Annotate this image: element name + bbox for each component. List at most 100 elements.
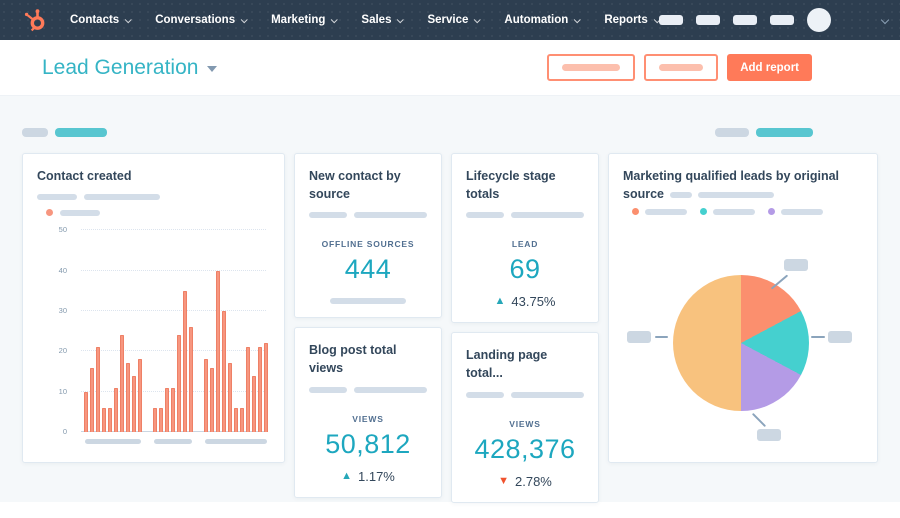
bar[interactable] — [183, 290, 187, 433]
bar[interactable] — [246, 347, 250, 433]
add-report-button[interactable]: Add report — [727, 54, 812, 81]
metric-value: 69 — [509, 254, 541, 285]
chevron-down-icon — [397, 15, 405, 23]
card-title: Lifecycle stage totals — [466, 169, 556, 202]
nav-item-service[interactable]: Service — [427, 14, 482, 26]
report-card-contact-created[interactable]: Contact created 0 10 20 30 40 50 — [22, 153, 285, 463]
legend-dot-icon — [46, 209, 53, 217]
nav-item-contacts[interactable]: Contacts — [70, 14, 132, 26]
report-card-new-contact-by-source[interactable]: New contact by source OFFLINE SOURCES 44… — [294, 153, 442, 319]
bar[interactable] — [126, 363, 130, 433]
bar-group — [84, 230, 142, 445]
navbar-tool-placeholder[interactable] — [695, 15, 720, 25]
card-subtitle-skeleton — [466, 212, 584, 219]
pie-chart-legend — [632, 208, 863, 216]
nav-item-automation[interactable]: Automation — [504, 14, 582, 26]
metric-value: 444 — [344, 254, 392, 285]
delta-value: 43.75% — [511, 294, 556, 310]
navbar-tool-placeholder[interactable] — [769, 15, 794, 25]
pie-label-skeleton — [627, 331, 651, 344]
hubspot-logo-icon[interactable] — [22, 7, 48, 33]
card-subtitle-skeleton — [309, 386, 427, 393]
bar[interactable] — [165, 387, 169, 433]
nav-item-label: Automation — [504, 14, 569, 26]
bar[interactable] — [252, 375, 256, 433]
delta-value: 2.78% — [515, 473, 552, 489]
legend-item — [700, 208, 755, 216]
dashboard-title-dropdown[interactable]: Lead Generation — [42, 56, 218, 80]
skeleton-pill — [756, 128, 813, 137]
metric-label: LEAD — [511, 239, 539, 250]
nav-item-reports[interactable]: Reports — [604, 14, 661, 26]
card-subtitle-skeleton — [466, 391, 584, 398]
y-tick-label: 20 — [58, 346, 67, 356]
caret-down-icon — [207, 66, 218, 72]
bar[interactable] — [189, 327, 193, 433]
bar[interactable] — [132, 375, 136, 433]
filter-skeleton-row — [22, 128, 878, 137]
report-card-mql-by-original-source[interactable]: Marketing qualified leads by original so… — [608, 153, 878, 463]
legend-dot-icon — [768, 208, 775, 216]
skeleton-pill — [309, 212, 348, 219]
bar[interactable] — [159, 407, 163, 433]
skeleton-pill — [466, 212, 505, 219]
nav-item-label: Contacts — [70, 14, 120, 26]
bar-chart: 0 10 20 30 40 50 — [37, 218, 270, 450]
bar[interactable] — [171, 387, 175, 433]
bar[interactable] — [84, 391, 88, 433]
chevron-down-icon[interactable] — [880, 15, 890, 25]
bar[interactable] — [120, 335, 124, 433]
bar[interactable] — [114, 387, 118, 433]
card-subtitle-skeleton — [37, 194, 270, 201]
nav-item-label: Conversations — [155, 14, 236, 26]
outline-placeholder-button-2[interactable] — [644, 54, 719, 81]
bar[interactable] — [153, 407, 157, 433]
bar[interactable] — [102, 407, 106, 433]
navbar-tool-placeholder[interactable] — [658, 15, 683, 25]
bar[interactable] — [210, 367, 214, 433]
legend-item — [632, 208, 687, 216]
nav-item-label: Service — [427, 14, 469, 26]
user-avatar[interactable] — [806, 8, 831, 32]
navbar-tool-placeholder[interactable] — [732, 15, 757, 25]
bar[interactable] — [258, 347, 262, 433]
bar[interactable] — [138, 359, 142, 433]
card-title: Marketing qualified leads by original so… — [623, 167, 863, 203]
filter-skeleton-left — [22, 128, 107, 137]
bar[interactable] — [228, 363, 232, 433]
pie-label-skeleton — [828, 331, 852, 344]
bar[interactable] — [234, 407, 238, 433]
bar[interactable] — [204, 359, 208, 433]
report-card-lifecycle-stage-totals[interactable]: Lifecycle stage totals LEAD 69 ▲ 43.75% — [451, 153, 599, 324]
button-label-placeholder — [659, 64, 704, 71]
metric-label: VIEWS — [352, 413, 384, 424]
metric-value: 50,812 — [325, 428, 411, 459]
button-label-placeholder — [562, 64, 621, 71]
bar[interactable] — [264, 343, 268, 433]
outline-placeholder-button-1[interactable] — [547, 54, 636, 81]
callout-line — [811, 336, 825, 339]
bar-group — [204, 230, 268, 445]
report-card-blog-post-total-views[interactable]: Blog post total views VIEWS 50,812 ▲ 1.1… — [294, 327, 442, 498]
skeleton-pill — [715, 128, 749, 137]
bar[interactable] — [90, 367, 94, 433]
card-subtitle-skeleton — [309, 212, 427, 219]
bar[interactable] — [222, 310, 226, 433]
y-tick-label: 40 — [58, 265, 67, 275]
card-title: Contact created — [37, 169, 132, 183]
report-card-landing-page-total[interactable]: Landing page total... VIEWS 428,376 ▼ 2.… — [451, 332, 599, 503]
nav-item-marketing[interactable]: Marketing — [271, 14, 339, 26]
bar[interactable] — [177, 335, 181, 433]
pie-chart[interactable] — [673, 275, 809, 412]
skeleton-pill — [670, 191, 692, 198]
bar[interactable] — [240, 407, 244, 433]
metric-label: VIEWS — [509, 418, 541, 429]
nav-item-sales[interactable]: Sales — [361, 14, 405, 26]
chevron-down-icon — [573, 15, 582, 23]
bar[interactable] — [108, 407, 112, 433]
bar[interactable] — [216, 270, 220, 433]
skeleton-pill — [84, 194, 160, 201]
metric-delta: ▲ 1.17% — [309, 469, 427, 484]
bar[interactable] — [96, 347, 100, 433]
nav-item-conversations[interactable]: Conversations — [155, 14, 248, 26]
